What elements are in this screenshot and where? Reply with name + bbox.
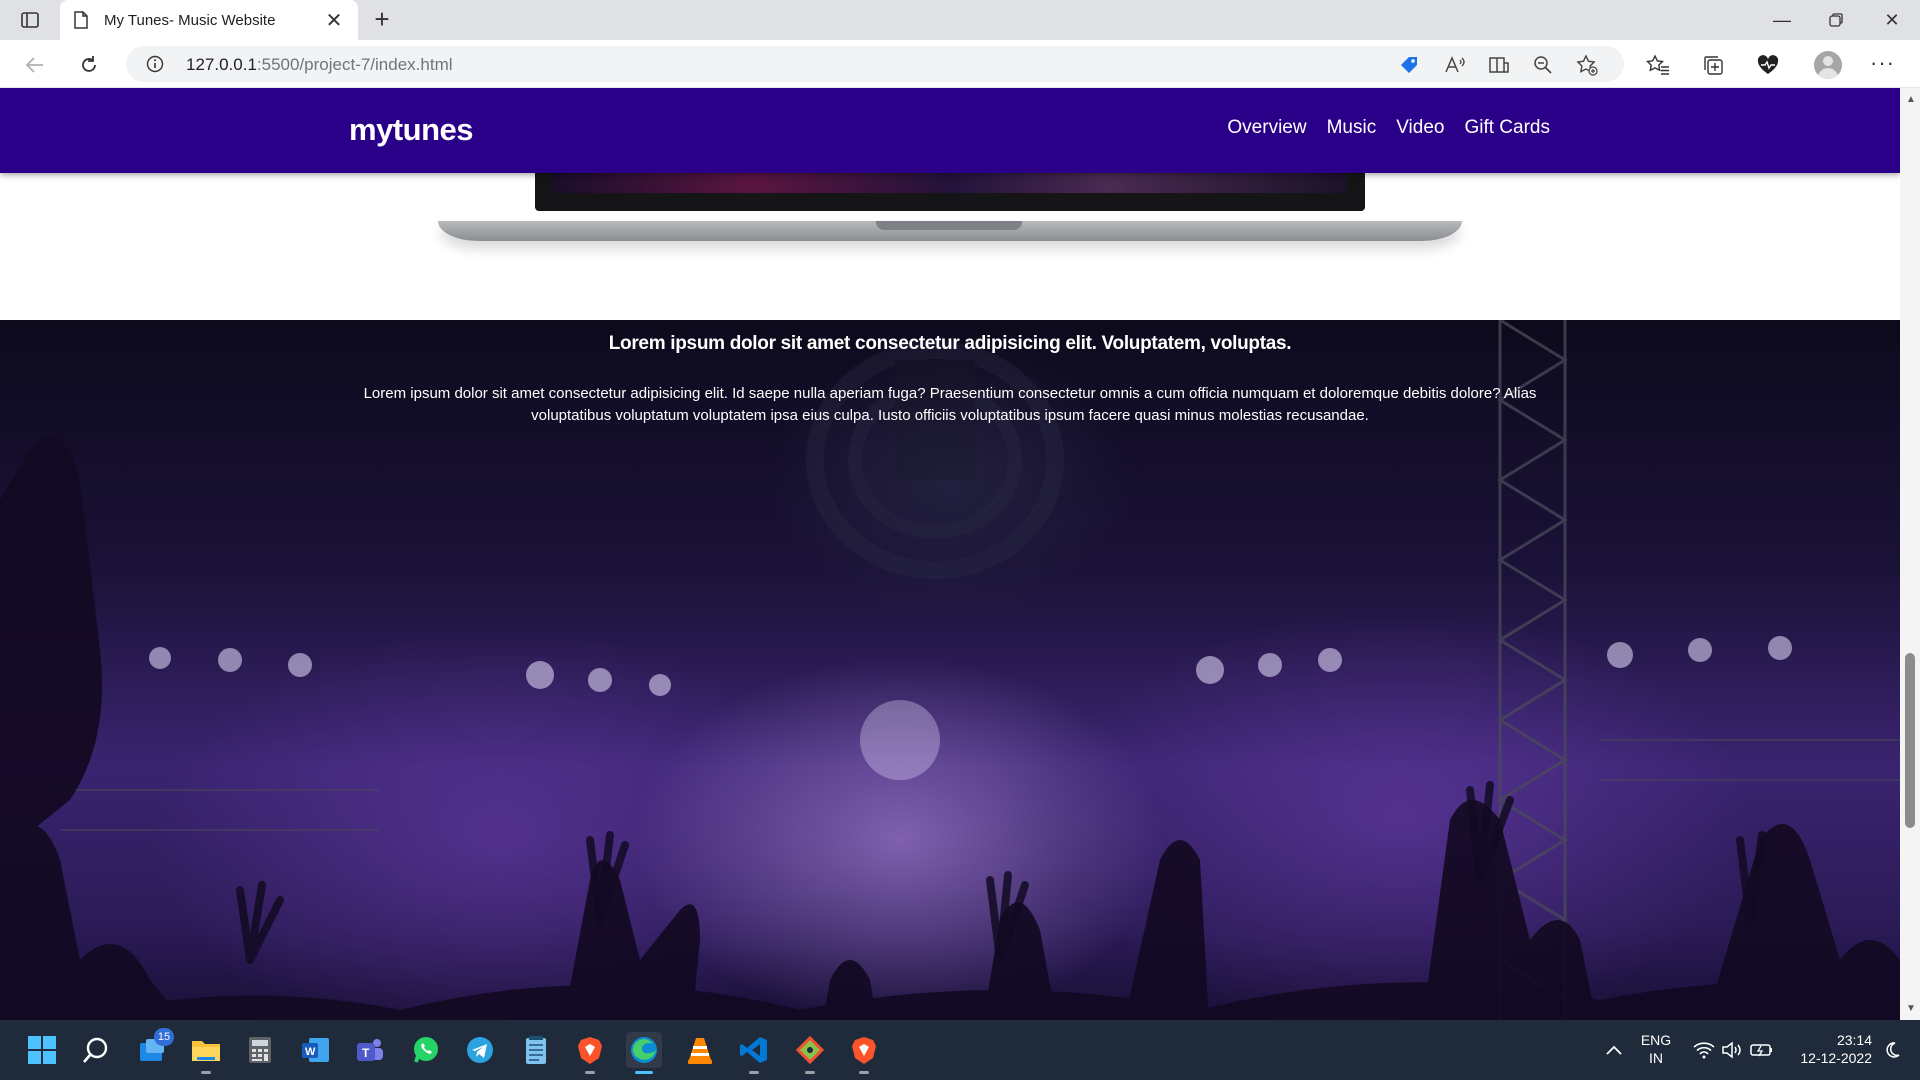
immersive-reader-icon[interactable] xyxy=(1486,52,1512,78)
calculator-icon[interactable] xyxy=(242,1032,278,1068)
browser-tab[interactable]: My Tunes- Music Website ✕ xyxy=(60,0,358,40)
nav-music-link[interactable]: Music xyxy=(1327,117,1377,139)
word-icon[interactable]: W xyxy=(298,1032,334,1068)
laptop-screen-image xyxy=(535,173,1365,211)
edge-icon[interactable] xyxy=(626,1032,662,1074)
file-explorer-icon[interactable] xyxy=(188,1032,224,1074)
collections-icon[interactable] xyxy=(1700,52,1728,78)
restore-button[interactable] xyxy=(1808,0,1864,40)
page-scrollbar[interactable]: ▲ ▼ xyxy=(1900,88,1920,1020)
more-menu-icon[interactable]: ··· xyxy=(1870,50,1895,76)
browser-tab-strip: My Tunes- Music Website ✕ + — ✕ xyxy=(0,0,1920,40)
brave-icon[interactable] xyxy=(572,1032,608,1074)
language-indicator[interactable]: ENG IN xyxy=(1636,1031,1676,1067)
favorites-icon[interactable] xyxy=(1644,52,1672,78)
windows-taskbar: 15 W T ENG IN 23:14 12-12-2022 xyxy=(0,1020,1920,1080)
git-icon[interactable] xyxy=(792,1032,828,1074)
new-tab-button[interactable]: + xyxy=(366,4,398,36)
battery-icon[interactable] xyxy=(1744,1032,1780,1068)
laptop-notch xyxy=(876,221,1022,230)
hero-paragraph: Lorem ipsum dolor sit amet consectetur a… xyxy=(363,385,1537,424)
nav-video-link[interactable]: Video xyxy=(1396,117,1444,139)
whatsapp-icon[interactable] xyxy=(408,1032,444,1068)
shopping-tag-icon[interactable] xyxy=(1396,52,1422,78)
scrollbar-thumb[interactable] xyxy=(1905,653,1915,828)
tab-title: My Tunes- Music Website xyxy=(104,11,276,29)
read-aloud-icon[interactable] xyxy=(1442,52,1468,78)
refresh-button[interactable] xyxy=(72,48,106,82)
search-icon[interactable] xyxy=(78,1032,114,1068)
profile-avatar[interactable] xyxy=(1814,51,1842,79)
vlc-icon[interactable] xyxy=(682,1032,718,1068)
hero-heading: Lorem ipsum dolor sit amet consectetur a… xyxy=(608,333,1292,354)
mail-badge: 15 xyxy=(154,1028,174,1046)
add-favorite-icon[interactable] xyxy=(1574,52,1600,78)
svg-text:W: W xyxy=(305,1046,316,1058)
nav-gift-cards-link[interactable]: Gift Cards xyxy=(1464,117,1550,139)
focus-moon-icon[interactable] xyxy=(1874,1032,1910,1068)
url-text: 127.0.0.1:5500/project-7/index.html xyxy=(186,55,453,74)
close-window-button[interactable]: ✕ xyxy=(1864,0,1920,40)
nav-links: Overview Music Video Gift Cards xyxy=(1227,117,1550,139)
back-button[interactable] xyxy=(18,48,52,82)
clock-date: 12-12-2022 xyxy=(1800,1050,1872,1066)
brave-icon[interactable] xyxy=(846,1032,882,1074)
clock-time: 23:14 xyxy=(1836,1032,1872,1048)
telegram-icon[interactable] xyxy=(462,1032,498,1068)
browser-toolbar: 127.0.0.1:5500/project-7/index.html ··· xyxy=(0,40,1920,88)
vscode-icon[interactable] xyxy=(736,1032,772,1074)
zoom-out-icon[interactable] xyxy=(1530,52,1556,78)
scroll-down-icon[interactable]: ▼ xyxy=(1906,1003,1916,1014)
minimize-button[interactable]: — xyxy=(1754,0,1810,40)
tab-actions-icon[interactable] xyxy=(14,8,46,32)
brand-logo[interactable]: mytunes xyxy=(349,112,473,148)
tab-close-icon[interactable]: ✕ xyxy=(324,8,344,33)
svg-text:T: T xyxy=(362,1046,370,1060)
teams-icon[interactable]: T xyxy=(352,1032,388,1068)
address-bar[interactable]: 127.0.0.1:5500/project-7/index.html xyxy=(126,46,1624,82)
notepad-icon[interactable] xyxy=(518,1032,554,1068)
page-icon xyxy=(74,11,90,29)
nav-overview-link[interactable]: Overview xyxy=(1227,117,1306,139)
tray-overflow-chevron-icon[interactable] xyxy=(1596,1032,1632,1068)
site-info-icon[interactable] xyxy=(146,55,164,78)
browser-essentials-icon[interactable] xyxy=(1754,52,1782,78)
page-viewport: Lorem ipsum dolor sit amet consectetur a… xyxy=(0,88,1900,1020)
mail-icon[interactable]: 15 xyxy=(134,1028,174,1068)
scroll-up-icon[interactable]: ▲ xyxy=(1906,94,1916,105)
site-navbar: mytunes Overview Music Video Gift Cards xyxy=(0,88,1900,173)
clock[interactable]: 23:14 12-12-2022 xyxy=(1788,1031,1872,1067)
start-icon[interactable] xyxy=(24,1032,60,1068)
